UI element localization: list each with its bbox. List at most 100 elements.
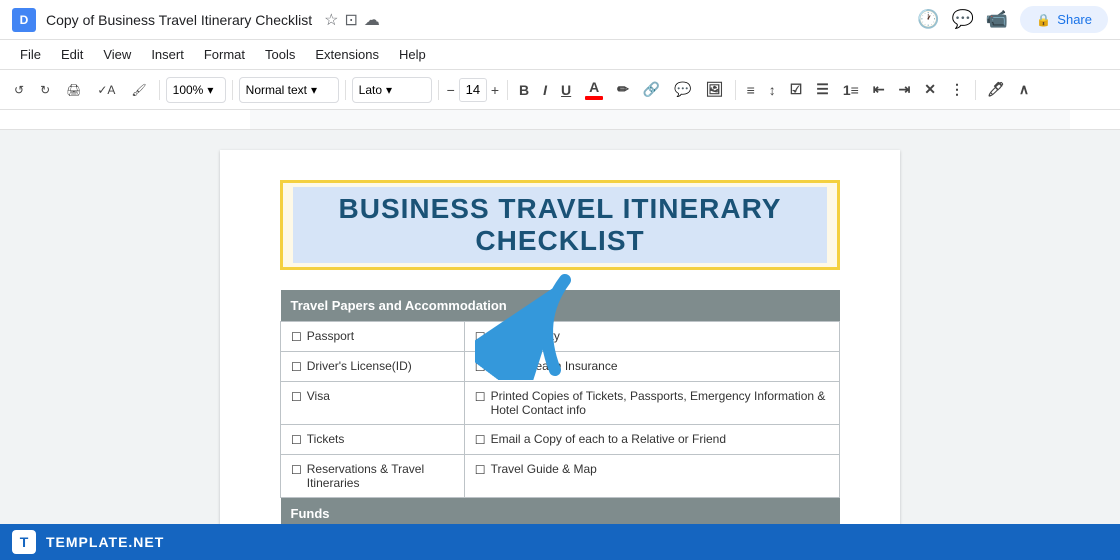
left-cell: ☐ Visa [281, 382, 465, 425]
bold-button[interactable]: B [514, 78, 534, 102]
numbered-list-button[interactable]: 1≡ [838, 78, 864, 102]
style-dropdown[interactable]: Normal text ▾ [239, 77, 339, 103]
table-row: ☐ Reservations & Travel Itineraries ☐ Tr… [281, 455, 840, 498]
toolbar-divider-4 [438, 80, 439, 100]
menu-edit[interactable]: Edit [53, 45, 91, 64]
bullet-list-button[interactable]: ☰ [811, 77, 834, 102]
redo-button[interactable]: ↻ [34, 79, 56, 101]
item-label: Email a Copy of each to a Relative or Fr… [491, 432, 726, 446]
font-dropdown[interactable]: Lato ▾ [352, 77, 432, 103]
bottom-bar: T TEMPLATE.NET [0, 524, 1120, 560]
share-button[interactable]: 🔒 Share [1020, 6, 1108, 33]
underline-button[interactable]: U [556, 78, 576, 102]
align-button[interactable]: ≡ [742, 78, 760, 102]
link-button[interactable]: 🔗 [638, 77, 665, 102]
ruler-inner [250, 110, 1070, 129]
document-area: BUSINESS TRAVEL ITINERARY CHECKLIST Trav… [0, 130, 1120, 560]
item-label: Printed Copies of Tickets, Passports, Em… [491, 389, 829, 417]
toolbar-divider-2 [232, 80, 233, 100]
toolbar-divider-6 [735, 80, 736, 100]
left-cell: ☐ Reservations & Travel Itineraries [281, 455, 465, 498]
checkbox-item: ☐ Reservations & Travel Itineraries [291, 462, 454, 490]
toolbar-divider-1 [159, 80, 160, 100]
toolbar: ↺ ↻ 🖨 ✓A 🖌 100% ▾ Normal text ▾ Lato ▾ −… [0, 70, 1120, 110]
arrow-container: Travel Papers and Accommodation ☐ Passpo… [280, 290, 840, 560]
video-icon[interactable]: 📹 [986, 9, 1008, 30]
document-page: BUSINESS TRAVEL ITINERARY CHECKLIST Trav… [220, 150, 900, 550]
checkbox-icon: ☐ [291, 433, 302, 447]
undo-button[interactable]: ↺ [8, 79, 30, 101]
document-title: Copy of Business Travel Itinerary Checkl… [46, 12, 312, 28]
checkbox-icon: ☐ [291, 463, 302, 477]
toolbar-divider-7 [975, 80, 976, 100]
checkbox-item: ☐ Email a Copy of each to a Relative or … [475, 432, 829, 447]
print-button[interactable]: 🖨 [60, 79, 87, 101]
checkbox-item: ☐ Printed Copies of Tickets, Passports, … [475, 389, 829, 417]
document-main-title: BUSINESS TRAVEL ITINERARY CHECKLIST [293, 187, 827, 263]
highlight-button[interactable]: ✏ [612, 77, 634, 102]
clear-format-button[interactable]: ✕ [919, 77, 941, 102]
more-options-button[interactable]: ⋮ [945, 77, 969, 102]
right-cell: ☐ Printed Copies of Tickets, Passports, … [464, 382, 839, 425]
item-label: Tickets [307, 432, 345, 446]
menu-insert[interactable]: Insert [143, 45, 192, 64]
collapse-toolbar-button[interactable]: ∧ [1014, 77, 1034, 102]
checkbox-item: ☐ Tickets [291, 432, 454, 447]
indent-increase-button[interactable]: ⇥ [894, 77, 916, 102]
title-right-area: 🕐 💬 📹 🔒 Share [917, 6, 1108, 33]
left-cell: ☐ Driver's License(ID) [281, 352, 465, 382]
toolbar-divider-3 [345, 80, 346, 100]
checkbox-icon: ☐ [475, 463, 486, 477]
checklist-button[interactable]: ☑ [785, 77, 808, 102]
toolbar-divider-5 [507, 80, 508, 100]
item-label: Reservations & Travel Itineraries [307, 462, 454, 490]
line-spacing-button[interactable]: ↕ [764, 78, 781, 102]
menu-format[interactable]: Format [196, 45, 253, 64]
indent-decrease-button[interactable]: ⇤ [868, 77, 890, 102]
checkbox-icon: ☐ [475, 390, 486, 404]
menu-help[interactable]: Help [391, 45, 434, 64]
checkbox-icon: ☐ [291, 390, 302, 404]
title-bar: D Copy of Business Travel Itinerary Chec… [0, 0, 1120, 40]
menu-view[interactable]: View [95, 45, 139, 64]
ruler [0, 110, 1120, 130]
comment-button[interactable]: 💬 [669, 77, 696, 102]
folder-icon[interactable]: ⊡ [344, 10, 357, 30]
checkbox-item: ☐ Passport [291, 329, 454, 344]
lock-icon: 🔒 [1036, 13, 1051, 27]
italic-button[interactable]: I [538, 78, 552, 102]
item-label: Visa [307, 389, 330, 403]
brand-name: TEMPLATE.NET [46, 534, 164, 550]
menu-tools[interactable]: Tools [257, 45, 303, 64]
checkbox-item: ☐ Driver's License(ID) [291, 359, 454, 374]
history-icon[interactable]: 🕐 [917, 9, 939, 30]
checkbox-icon: ☐ [291, 330, 302, 344]
left-cell: ☐ Passport [281, 322, 465, 352]
menu-file[interactable]: File [12, 45, 49, 64]
paint-format-button[interactable]: 🖌 [125, 79, 152, 101]
spell-check-button[interactable]: ✓A [91, 79, 121, 101]
google-docs-icon: D [12, 8, 36, 32]
font-size-decrease[interactable]: − [445, 80, 457, 100]
checkbox-item: ☐ Visa [291, 389, 454, 404]
font-size-increase[interactable]: + [489, 80, 501, 100]
template-logo: T [12, 530, 36, 554]
table-row: ☐ Visa ☐ Printed Copies of Tickets, Pass… [281, 382, 840, 425]
font-size-input[interactable] [459, 78, 487, 102]
item-label: Travel Guide & Map [491, 462, 597, 476]
text-color-button[interactable]: A [580, 75, 608, 104]
arrow-svg [475, 270, 635, 380]
font-size-area: − + [445, 78, 501, 102]
image-button[interactable]: 🖼 [701, 77, 729, 102]
star-icon[interactable]: ☆ [324, 10, 338, 30]
menu-bar: File Edit View Insert Format Tools Exten… [0, 40, 1120, 70]
pen-color-button[interactable]: 🖊 [982, 77, 1010, 102]
checkbox-icon: ☐ [291, 360, 302, 374]
menu-extensions[interactable]: Extensions [307, 45, 387, 64]
right-cell: ☐ Travel Guide & Map [464, 455, 839, 498]
cloud-icon[interactable]: ☁ [364, 10, 380, 30]
left-cell: ☐ Tickets [281, 425, 465, 455]
zoom-dropdown[interactable]: 100% ▾ [166, 77, 226, 103]
checkbox-icon: ☐ [475, 433, 486, 447]
comment-icon[interactable]: 💬 [952, 9, 974, 30]
